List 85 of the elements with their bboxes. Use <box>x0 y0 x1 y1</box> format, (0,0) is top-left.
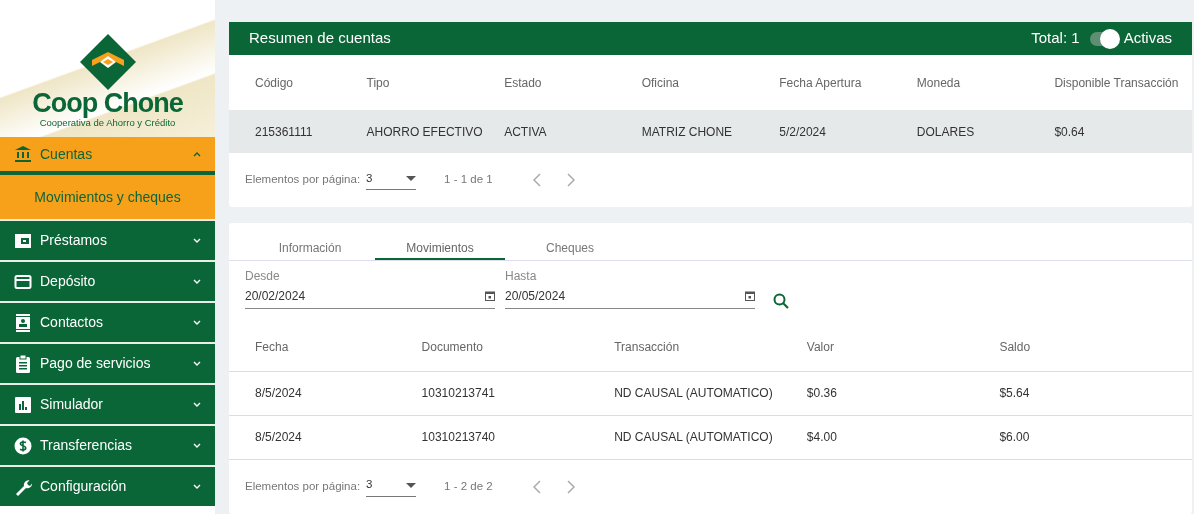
table-cell: ACTIVA <box>504 124 547 139</box>
toggle-label: Activas <box>1123 28 1172 49</box>
dollar-icon <box>14 436 32 455</box>
contact-icon <box>14 313 32 332</box>
tab[interactable]: Cheques <box>505 229 635 260</box>
chevron-icon <box>193 442 201 449</box>
wallet-icon <box>14 231 32 250</box>
column-header: Moneda <box>916 75 961 90</box>
table-cell: 10310213740 <box>421 430 495 444</box>
sidebar-item[interactable]: Transferencias <box>0 424 215 465</box>
next-page-button[interactable] <box>564 171 577 189</box>
chevron-left-icon <box>532 173 541 187</box>
field-label: Hasta <box>505 268 538 285</box>
column-header: Fecha <box>255 339 289 354</box>
page-range: 1 - 1 de 1 <box>444 172 493 188</box>
chevron-icon <box>193 237 201 244</box>
chevron-icon <box>193 278 201 285</box>
table-cell: AHORRO EFECTIVO <box>366 124 483 139</box>
page-range: 1 - 2 de 2 <box>444 478 493 494</box>
logo-name: Coop Chone <box>32 89 183 117</box>
previous-page-button[interactable] <box>530 171 543 189</box>
table-cell: 8/5/2024 <box>255 430 302 444</box>
previous-page-button[interactable] <box>530 477 543 496</box>
table-cell: 215361111 <box>255 124 313 139</box>
caret-icon <box>406 482 417 488</box>
table-cell: MATRIZ CHONE <box>641 124 733 139</box>
column-header: Valor <box>806 339 834 354</box>
field-label: Desde <box>245 268 281 285</box>
column-header: Disponible Transacción <box>1054 75 1179 90</box>
table-cell: $4.00 <box>806 430 837 444</box>
credit-card-icon <box>14 272 32 291</box>
sidebar-item[interactable]: Pago de servicios <box>0 342 215 383</box>
sidebar-item[interactable]: Simulador <box>0 383 215 424</box>
wrench-icon <box>14 477 32 496</box>
date-field[interactable]: 20/02/2024 <box>245 285 495 309</box>
search-icon <box>773 293 789 309</box>
chevron-icon <box>193 151 201 157</box>
total-count: Total: 1 <box>1031 28 1080 49</box>
sidebar-item[interactable]: Configuración <box>0 465 215 506</box>
sidebar-item[interactable]: Depósito <box>0 260 215 301</box>
next-page-button[interactable] <box>564 477 577 496</box>
caret-icon <box>406 176 417 181</box>
table-cell: $0.64 <box>1054 124 1085 139</box>
calendar-icon <box>485 291 495 301</box>
column-header: Oficina <box>641 75 680 90</box>
table-cell: 8/5/2024 <box>255 386 302 400</box>
column-header: Saldo <box>999 339 1031 354</box>
sidebar-item[interactable]: Préstamos <box>0 219 215 260</box>
table-cell: $6.00 <box>999 430 1030 444</box>
table-cell: DOLARES <box>916 124 975 139</box>
table-row[interactable]: 215361111 AHORRO EFECTIVO ACTIVA MATRIZ CHONE 5/2/2024 DOLARES $0.64 <box>229 110 1192 153</box>
clipboard-icon <box>14 354 32 373</box>
page-size-label: Elementos por página: <box>245 478 361 494</box>
chevron-left-icon <box>532 479 541 494</box>
column-header: Documento <box>421 339 483 354</box>
sidebar-item[interactable]: Contactos <box>0 301 215 342</box>
page-size-label: Elementos por página: <box>245 172 361 188</box>
chevron-icon <box>193 319 201 326</box>
chevron-icon <box>193 401 201 408</box>
column-header: Código <box>255 75 294 90</box>
column-header: Estado <box>504 75 542 90</box>
chevron-right-icon <box>566 479 575 494</box>
bar-chart-icon <box>14 395 32 414</box>
page-size-select[interactable]: 3 <box>366 169 417 191</box>
column-header: Tipo <box>366 75 390 90</box>
logo-subtitle: Cooperativa de Ahorro y Crédito <box>39 116 176 129</box>
table-cell: ND CAUSAL (AUTOMATICO) <box>614 386 773 400</box>
bank-icon <box>14 145 32 163</box>
table-cell: 10310213741 <box>421 386 495 400</box>
tab[interactable]: Movimientos <box>375 229 505 260</box>
chevron-icon <box>193 483 201 490</box>
active-toggle[interactable] <box>1089 31 1118 46</box>
column-header: Fecha Apertura <box>779 75 862 90</box>
calendar-icon <box>745 291 755 301</box>
tab[interactable]: Información <box>245 229 375 260</box>
table-cell: ND CAUSAL (AUTOMATICO) <box>614 430 773 444</box>
table-cell: $5.64 <box>999 386 1030 400</box>
table-cell: $0.36 <box>806 386 837 400</box>
column-header: Transacción <box>614 339 680 354</box>
card-title: Resumen de cuentas <box>249 28 392 49</box>
date-field[interactable]: 20/05/2024 <box>505 285 755 309</box>
chevron-icon <box>193 360 201 367</box>
chevron-right-icon <box>566 173 575 187</box>
table-cell: 5/2/2024 <box>779 124 826 139</box>
page-size-select[interactable]: 3 <box>366 476 417 497</box>
